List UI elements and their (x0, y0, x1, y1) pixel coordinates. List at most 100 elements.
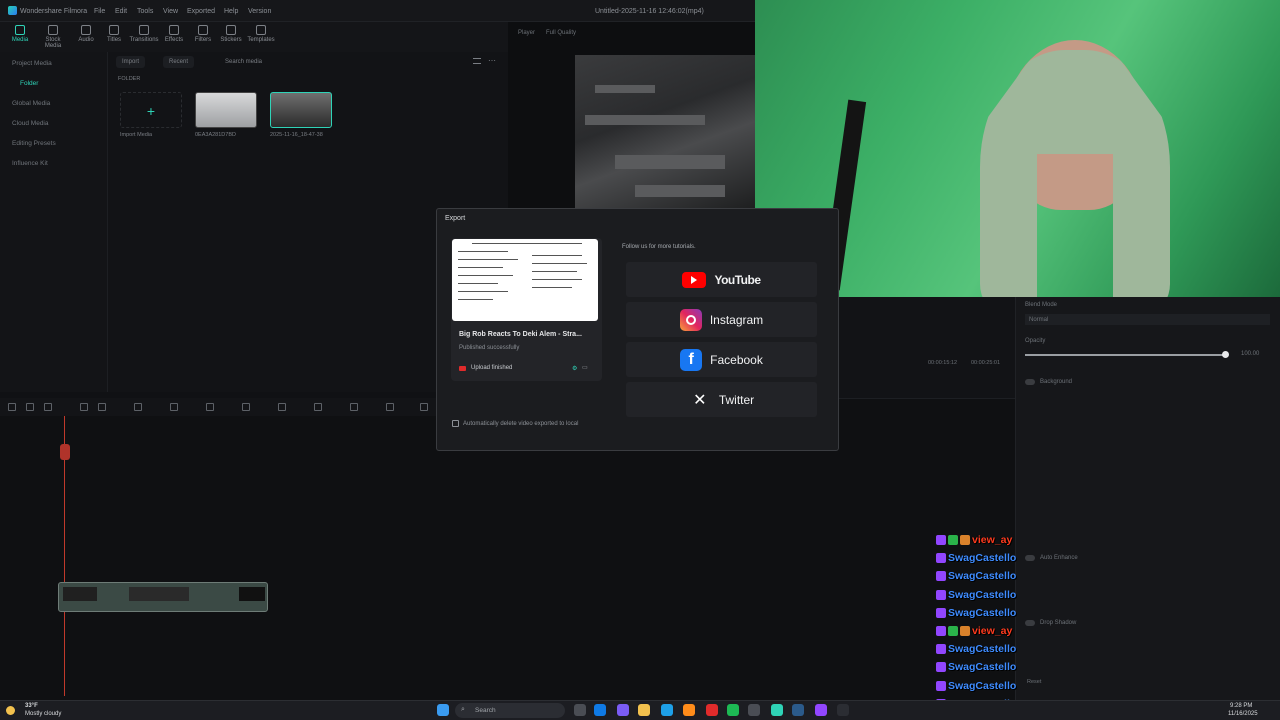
file-explorer-icon[interactable] (638, 704, 650, 716)
sidebar-item-editing-presets[interactable]: Editing Presets (12, 140, 56, 147)
ai-tools-icon[interactable] (386, 403, 394, 411)
twitch-badge-icon (936, 662, 946, 673)
mask-icon[interactable] (278, 403, 286, 411)
menu-help[interactable]: Help (224, 8, 238, 15)
app-icon[interactable] (617, 704, 629, 716)
chat-username[interactable]: SwagCastello (948, 680, 1016, 692)
auto-enhance-toggle[interactable] (1025, 555, 1035, 561)
stabilize-icon[interactable] (314, 403, 322, 411)
tool-transitions[interactable]: Transitions (128, 25, 160, 43)
import-media-tile[interactable]: + (120, 92, 182, 128)
edge-icon[interactable] (594, 704, 606, 716)
opacity-slider[interactable] (1025, 354, 1225, 356)
timeline-clip[interactable] (58, 582, 268, 612)
drop-shadow-toggle[interactable] (1025, 620, 1035, 626)
sidebar-item-cloud-media[interactable]: Cloud Media (12, 120, 49, 127)
twitter-button[interactable]: ✕ Twitter (626, 382, 817, 417)
text-icon[interactable] (134, 403, 142, 411)
blend-mode-select[interactable]: Normal (1025, 314, 1270, 325)
weather-temp[interactable]: 33°F (25, 703, 38, 709)
more-tools-icon[interactable] (420, 403, 428, 411)
app-icon[interactable] (837, 704, 849, 716)
filter-icon[interactable] (473, 58, 481, 64)
playhead-handle[interactable] (60, 444, 70, 460)
weather-icon[interactable] (6, 706, 15, 715)
chat-username[interactable]: view_ay (972, 625, 1012, 637)
more-options-icon[interactable]: ⋯ (488, 56, 496, 65)
video-thumbnail (452, 239, 598, 321)
sidebar-item-global-media[interactable]: Global Media (12, 100, 50, 107)
windows-start-icon[interactable] (437, 704, 449, 716)
app-icon[interactable] (683, 704, 695, 716)
menu-version[interactable]: Version (248, 8, 271, 15)
media-thumbnail[interactable] (195, 92, 257, 128)
spotify-icon[interactable] (727, 704, 739, 716)
tool-stickers[interactable]: Stickers (215, 25, 247, 43)
chat-username[interactable]: SwagCastello (948, 589, 1016, 601)
crop-icon[interactable] (98, 403, 106, 411)
app-icon[interactable] (748, 704, 760, 716)
chat-username[interactable]: SwagCastello (948, 570, 1016, 582)
menu-exported[interactable]: Exported (187, 8, 215, 15)
sidebar-item-folder[interactable]: Folder (20, 80, 38, 87)
menu-view[interactable]: View (163, 8, 178, 15)
search-media-input[interactable]: Search media (225, 59, 262, 65)
quality-dropdown[interactable]: Full Quality (546, 30, 576, 36)
sidebar-item-project-media[interactable]: Project Media (12, 60, 52, 67)
tool-label: Templates (247, 37, 275, 43)
menu-tools[interactable]: Tools (137, 8, 153, 15)
chat-username[interactable]: SwagCastello (948, 607, 1016, 619)
tool-templates[interactable]: Templates (245, 25, 277, 43)
chrome-icon[interactable] (661, 704, 673, 716)
taskbar-search[interactable]: Search (455, 703, 565, 718)
tool-media[interactable]: Media (4, 25, 36, 43)
youtube-button[interactable]: YouTube (626, 262, 817, 297)
steam-icon[interactable] (792, 704, 804, 716)
opacity-value[interactable]: 100.00 (1241, 351, 1259, 357)
opacity-slider-handle[interactable] (1222, 351, 1229, 358)
settings-icon[interactable]: ⚙ (572, 365, 577, 372)
tool-titles[interactable]: Titles (98, 25, 130, 43)
twitch-icon[interactable] (815, 704, 827, 716)
undo-icon[interactable] (8, 403, 16, 411)
chat-username[interactable]: SwagCastello (948, 552, 1016, 564)
import-button[interactable]: Import (116, 56, 146, 68)
app-icon[interactable] (706, 704, 718, 716)
effects-icon (169, 25, 179, 35)
task-view-icon[interactable] (574, 704, 586, 716)
auto-delete-checkbox[interactable]: Automatically delete video exported to l… (452, 420, 578, 427)
twitter-label: Twitter (718, 392, 755, 407)
split-icon[interactable] (44, 403, 52, 411)
transitions-icon (139, 25, 149, 35)
keyframe-icon[interactable] (350, 403, 358, 411)
chat-username[interactable]: SwagCastello (948, 643, 1016, 655)
chat-message: SwagCastello (936, 678, 1016, 694)
speed-icon[interactable] (170, 403, 178, 411)
chat-username[interactable]: SwagCastello (948, 661, 1016, 673)
title-bar: Wondershare Filmora File Edit Tools View… (0, 0, 755, 22)
chat-username[interactable]: view_ay (972, 534, 1012, 546)
redo-icon[interactable] (26, 403, 34, 411)
clock-date[interactable]: 11/16/2025 (1228, 711, 1258, 717)
sort-dropdown[interactable]: Recent (163, 56, 195, 68)
tool-effects[interactable]: Effects (158, 25, 190, 43)
color-icon[interactable] (206, 403, 214, 411)
menu-edit[interactable]: Edit (115, 8, 127, 15)
weather-desc[interactable]: Mostly cloudy (25, 711, 61, 717)
timeline-toolbar (0, 398, 440, 416)
media-icon (15, 25, 25, 35)
menu-file[interactable]: File (94, 8, 105, 15)
clock-time[interactable]: 9:28 PM (1230, 703, 1252, 709)
sidebar-item-influence-kit[interactable]: Influence Kit (12, 160, 48, 167)
filmora-taskbar-icon[interactable] (771, 704, 783, 716)
tool-stock-media[interactable]: Stock Media (37, 25, 69, 49)
background-toggle[interactable] (1025, 379, 1035, 385)
reset-button[interactable]: Reset (1027, 679, 1041, 685)
audio-icon[interactable] (242, 403, 250, 411)
media-thumbnail[interactable] (270, 92, 332, 128)
facebook-button[interactable]: f Facebook (626, 342, 817, 377)
delete-icon[interactable] (80, 403, 88, 411)
twitch-badge-icon (936, 680, 946, 691)
open-folder-icon[interactable]: ▭ (582, 364, 588, 371)
instagram-button[interactable]: Instagram (626, 302, 817, 337)
